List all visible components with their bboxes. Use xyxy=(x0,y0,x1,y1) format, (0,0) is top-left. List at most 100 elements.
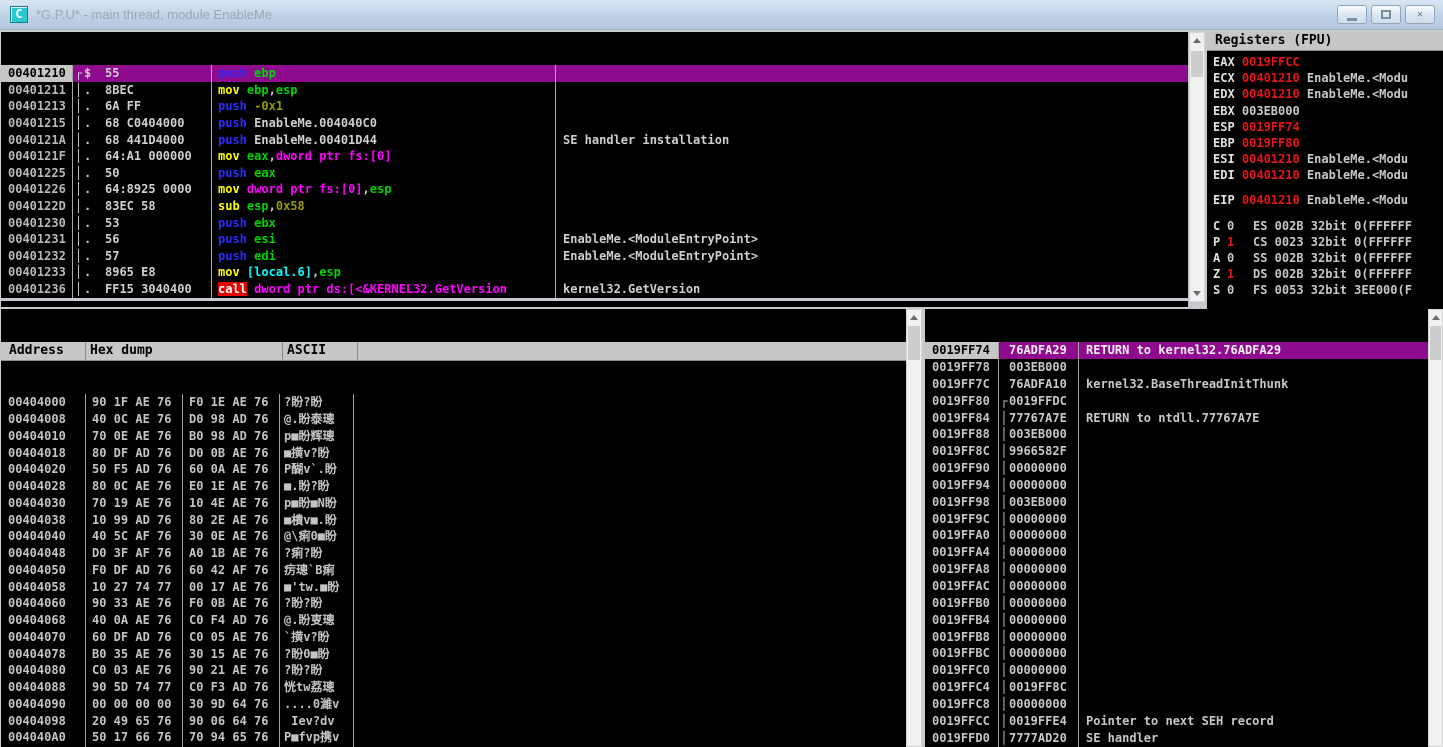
stack-row[interactable]: 0019FFC4│0019FF8C xyxy=(925,679,1428,696)
opcode-bytes: 64:A1 000000 xyxy=(105,148,212,165)
stack-row[interactable]: 0019FF7476ADFA29RETURN to kernel32.76ADF… xyxy=(925,342,1428,359)
stack-row[interactable]: 0019FFBC│00000000 xyxy=(925,645,1428,662)
register-name: ECX xyxy=(1213,71,1242,85)
maximize-button[interactable] xyxy=(1371,5,1401,24)
stack-comment: RETURN to ntdll.77767A7E xyxy=(1079,410,1428,427)
stack-row[interactable]: 0019FF98│003EB000 xyxy=(925,494,1428,511)
hexdump-row[interactable]: 00404048D0 3F AF 76A0 1B AE 76?痢?盼 xyxy=(1,545,906,562)
disasm-row[interactable]: 00401233│.8965 E8mov [local.6],esp xyxy=(1,264,1188,281)
stack-row[interactable]: 0019FF84│77767A7ERETURN to ntdll.77767A7… xyxy=(925,410,1428,427)
hexdump-scrollbar[interactable] xyxy=(906,309,922,747)
hexdump-row[interactable]: 0040401880 DF AD 76D0 0B AE 76■撗v?盼 xyxy=(1,445,906,462)
register-row[interactable]: ECX 00401210 EnableMe.<Modu xyxy=(1213,70,1443,86)
stack-row[interactable]: 0019FFB8│00000000 xyxy=(925,629,1428,646)
hexdump-row[interactable]: 0040409000 00 00 0030 9D 64 76....0濰v xyxy=(1,696,906,713)
flag-row[interactable]: P1CS 0023 32bit 0(FFFFFF xyxy=(1213,234,1443,250)
disasm-address: 00401226 xyxy=(1,181,73,198)
stack-scroll-thumb[interactable] xyxy=(1430,326,1441,360)
hexdump-row[interactable]: 0040406090 33 AE 76F0 0B AE 76?盼?盼 xyxy=(1,595,906,612)
scroll-up-icon[interactable] xyxy=(1190,33,1204,48)
opcode-bytes: 68 C0404000 xyxy=(105,115,212,132)
hexdump-row[interactable]: 00404080C0 03 AE 7690 21 AE 76?盼?盼 xyxy=(1,662,906,679)
hexdump-row[interactable]: 0040403070 19 AE 7610 4E AE 76p■盼■N盼 xyxy=(1,495,906,512)
disasm-row[interactable]: 00401236│.FF15 3040400call dword ptr ds:… xyxy=(1,281,1188,298)
stack-row[interactable]: 0019FFB0│00000000 xyxy=(925,595,1428,612)
hexdump-row[interactable]: 0040400090 1F AE 76F0 1E AE 76?盼?盼 xyxy=(1,394,906,411)
stack-row[interactable]: 0019FF9C│00000000 xyxy=(925,511,1428,528)
register-row[interactable]: EBP 0019FF80 xyxy=(1213,135,1443,151)
hexdump-row[interactable]: 0040400840 0C AE 76D0 98 AD 76@.盼泰璁 xyxy=(1,411,906,428)
hexdump-row[interactable]: 0040403810 99 AD 7680 2E AE 76■樻v■.盼 xyxy=(1,512,906,529)
minimize-button[interactable] xyxy=(1337,5,1367,24)
register-row[interactable]: EBX 003EB000 xyxy=(1213,103,1443,119)
stack-row[interactable]: 0019FF7C76ADFA10kernel32.BaseThreadInitT… xyxy=(925,376,1428,393)
disasm-row[interactable]: 0040121F│.64:A1 000000mov eax,dword ptr … xyxy=(1,148,1188,165)
disasm-row[interactable]: 0040123C│.33D2xor edx,edxEnableMe.<Modul… xyxy=(1,298,1188,299)
stack-row[interactable]: 0019FFC0│00000000 xyxy=(925,662,1428,679)
stack-row[interactable]: 0019FF88│003EB000 xyxy=(925,426,1428,443)
hex-bytes: 20 49 65 76 xyxy=(86,713,183,730)
disasm-row[interactable]: 00401213│.6A FFpush -0x1 xyxy=(1,98,1188,115)
register-row[interactable]: EIP 00401210 EnableMe.<Modu xyxy=(1213,192,1443,208)
disasm-comment xyxy=(556,264,1188,281)
disasm-row[interactable]: 00401211│.8BECmov ebp,esp xyxy=(1,82,1188,99)
hexdump-row[interactable]: 0040404040 5C AF 7630 0E AE 76@\痢0■盼 xyxy=(1,528,906,545)
register-row[interactable]: ESP 0019FF74 xyxy=(1213,119,1443,135)
hexdump-row[interactable]: 00404050F0 DF AD 7660 42 AF 76疠璁`B痢 xyxy=(1,562,906,579)
disasm-row[interactable]: 00401231│.56push esiEnableMe.<ModuleEntr… xyxy=(1,231,1188,248)
disasm-address: 00401231 xyxy=(1,231,73,248)
register-row[interactable]: ESI 00401210 EnableMe.<Modu xyxy=(1213,151,1443,167)
stack-row[interactable]: 0019FF94│00000000 xyxy=(925,477,1428,494)
flag-row[interactable]: A0SS 002B 32bit 0(FFFFFF xyxy=(1213,250,1443,266)
stack-row[interactable]: 0019FFD0│7777AD20SE handler xyxy=(925,730,1428,747)
stack-row[interactable]: 0019FFA4│00000000 xyxy=(925,544,1428,561)
hexdump-scroll-thumb[interactable] xyxy=(908,326,920,360)
disasm-row[interactable]: 0040121A│.68 441D4000push EnableMe.00401… xyxy=(1,132,1188,149)
disasm-row[interactable]: 00401210┌$55push ebp xyxy=(1,65,1188,82)
close-button[interactable]: ✕ xyxy=(1405,5,1435,24)
stack-row[interactable]: 0019FFB4│00000000 xyxy=(925,612,1428,629)
hexdump-row[interactable]: 0040405810 27 74 7700 17 AE 76■'tw.■盼 xyxy=(1,579,906,596)
register-row[interactable]: EDI 00401210 EnableMe.<Modu xyxy=(1213,167,1443,183)
hexdump-row[interactable]: 0040406840 0A AE 76C0 F4 AD 76@.盼叓璁 xyxy=(1,612,906,629)
disasm-row[interactable]: 00401230│.53push ebx xyxy=(1,215,1188,232)
disasm-address: 00401236 xyxy=(1,281,73,298)
disasm-row[interactable]: 00401215│.68 C0404000push EnableMe.00404… xyxy=(1,115,1188,132)
hex-bytes: 70 94 65 76 xyxy=(183,729,280,746)
disassembly-scrollbar[interactable] xyxy=(1189,32,1205,302)
scroll-up-icon[interactable] xyxy=(1429,310,1442,325)
disasm-row[interactable]: 0040122D│.83EC 58sub esp,0x58 xyxy=(1,198,1188,215)
hexdump-row[interactable]: 00404078B0 35 AE 7630 15 AE 76?盼0■盼 xyxy=(1,646,906,663)
hexdump-row[interactable]: 0040402880 0C AE 76E0 1E AE 76■.盼?盼 xyxy=(1,478,906,495)
hexdump-row[interactable]: 0040401070 0E AE 76B0 98 AD 76p■盼辉璁 xyxy=(1,428,906,445)
stack-row[interactable]: 0019FFA0│00000000 xyxy=(925,527,1428,544)
stack-row[interactable]: 0019FFC8│00000000 xyxy=(925,696,1428,713)
disasm-row[interactable]: 00401225│.50push eax xyxy=(1,165,1188,182)
stack-row[interactable]: 0019FFCC│0019FFE4Pointer to next SEH rec… xyxy=(925,713,1428,730)
stack-comment xyxy=(1079,544,1428,561)
disassembly-scroll-thumb[interactable] xyxy=(1191,51,1203,77)
hexdump-row[interactable]: 0040408890 5D 74 77C0 F3 AD 76恍tw荔璁 xyxy=(1,679,906,696)
flag-row[interactable]: Z1DS 002B 32bit 0(FFFFFF xyxy=(1213,266,1443,282)
hexdump-row[interactable]: 004040A050 17 66 7670 94 65 76P■fvp携v xyxy=(1,729,906,746)
register-row[interactable]: EDX 00401210 EnableMe.<Modu xyxy=(1213,86,1443,102)
stack-row[interactable]: 0019FFA8│00000000 xyxy=(925,561,1428,578)
stack-row[interactable]: 0019FF90│00000000 xyxy=(925,460,1428,477)
stack-value: 7777AD20 xyxy=(1009,730,1079,747)
disasm-row[interactable]: 00401226│.64:8925 0000mov dword ptr fs:[… xyxy=(1,181,1188,198)
flag-row[interactable]: C0ES 002B 32bit 0(FFFFFF xyxy=(1213,218,1443,234)
disasm-row[interactable]: 00401232│.57push ediEnableMe.<ModuleEntr… xyxy=(1,248,1188,265)
scroll-up-icon[interactable] xyxy=(907,310,921,325)
hexdump-row[interactable]: 0040407060 DF AD 76C0 05 AE 76`撗v?盼 xyxy=(1,629,906,646)
scroll-down-icon[interactable] xyxy=(1190,286,1204,301)
stack-row[interactable]: 0019FF80┌0019FFDC xyxy=(925,393,1428,410)
stack-row[interactable]: 0019FFAC│00000000 xyxy=(925,578,1428,595)
stack-row[interactable]: 0019FF78003EB000 xyxy=(925,359,1428,376)
hexdump-row[interactable]: 0040409820 49 65 7690 06 64 76 Iev?dv xyxy=(1,713,906,730)
flag-row[interactable]: S0FS 0053 32bit 3EE000(F xyxy=(1213,282,1443,298)
stack-row[interactable]: 0019FF8C│9966582F xyxy=(925,443,1428,460)
stack-scrollbar[interactable] xyxy=(1428,309,1443,747)
hexdump-address: 00404088 xyxy=(1,679,86,696)
hexdump-row[interactable]: 0040402050 F5 AD 7660 0A AE 76P醐v`.盼 xyxy=(1,461,906,478)
register-row[interactable]: EAX 0019FFCC xyxy=(1213,54,1443,70)
